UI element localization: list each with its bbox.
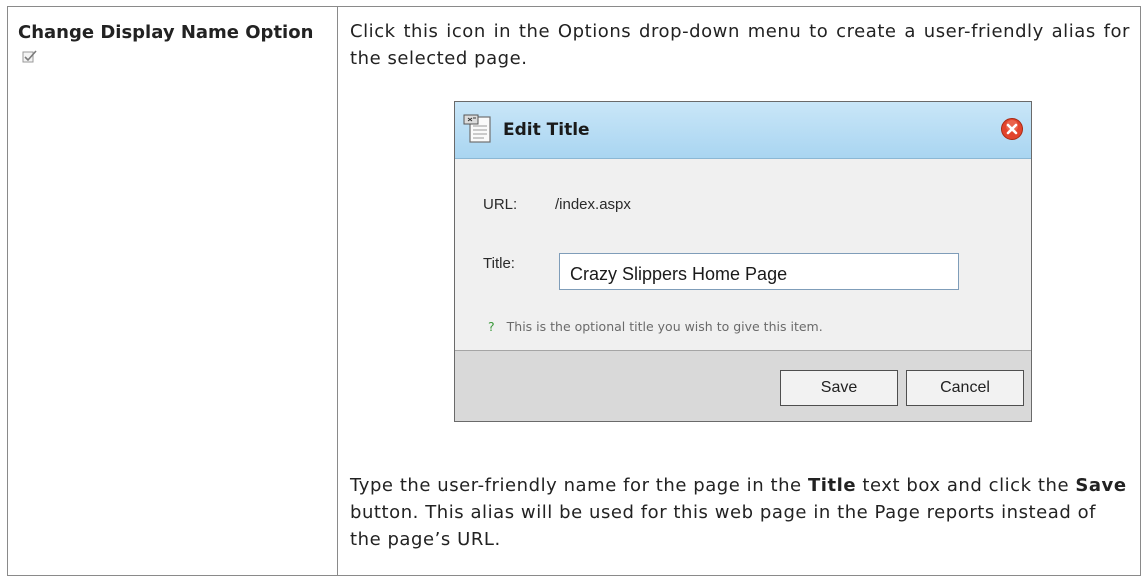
url-label: URL: [483,196,518,213]
save-button[interactable]: Save [780,370,898,406]
dialog-title: Edit Title [503,120,590,140]
option-instructions: Type the user-friendly name for the page… [350,472,1130,553]
title-label: Title: [483,255,515,272]
dialog-titlebar: Edit Title [455,102,1031,159]
dialog-figure: Edit Title URL: /index.aspx Title: Crazy… [350,72,1130,472]
url-value: /index.aspx [555,196,631,213]
close-icon[interactable] [1000,117,1024,141]
help-hint: ? This is the optional title you wish to … [488,313,823,340]
instructions-text: text box and click the [856,475,1076,496]
help-icon: ? [488,319,495,334]
help-hint-text: This is the optional title you wish to g… [506,319,823,334]
title-input[interactable]: Crazy Slippers Home Page [559,253,959,290]
option-name-cell: Change Display Name Option [7,6,338,576]
option-description-cell: Click this icon in the Options drop-down… [337,6,1141,576]
edit-title-dialog: Edit Title URL: /index.aspx Title: Crazy… [454,101,1032,422]
option-description: Click this icon in the Options drop-down… [350,21,1130,69]
instructions-text: button. This alias will be used for this… [350,502,1097,550]
document-edit-icon [462,112,496,146]
instructions-text: Type the user-friendly name for the page… [350,475,808,496]
instructions-bold-save: Save [1075,475,1127,496]
table-row: Change Display Name Option Click this ic… [7,6,1141,576]
option-table: Change Display Name Option Click this ic… [7,6,1141,576]
option-title: Change Display Name Option [18,22,314,43]
instructions-bold-title: Title [807,475,857,496]
dialog-footer: Save Cancel [455,350,1031,421]
dialog-body: URL: /index.aspx Title: Crazy Slippers H… [455,159,1031,352]
edit-checkbox-icon [22,45,38,72]
cancel-button[interactable]: Cancel [906,370,1024,406]
